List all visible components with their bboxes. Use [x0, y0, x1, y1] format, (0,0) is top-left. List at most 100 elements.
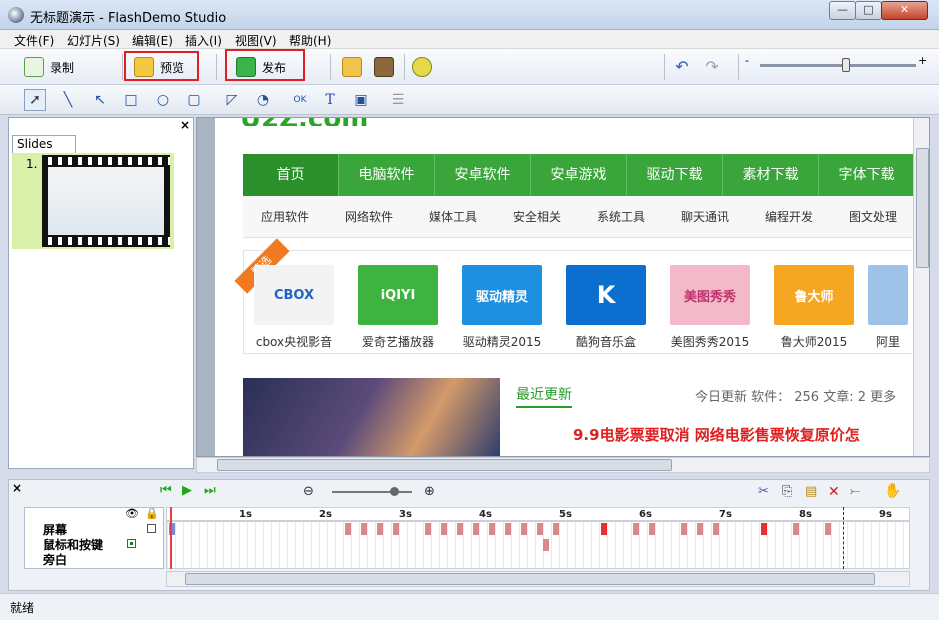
app-tile: 美图秀秀: [670, 265, 750, 325]
playhead[interactable]: [170, 507, 172, 569]
select-arrow-icon[interactable]: ➚: [24, 89, 46, 111]
arrow-line-icon[interactable]: ↖: [89, 89, 111, 111]
zoom-plus[interactable]: +: [918, 54, 927, 67]
canvas-vertical-scrollbar[interactable]: [913, 118, 929, 456]
screen-event[interactable]: [633, 523, 639, 535]
screen-event[interactable]: [681, 523, 687, 535]
ellipse-icon[interactable]: ○: [152, 89, 174, 111]
lock-icon[interactable]: 🔒: [145, 507, 159, 520]
screen-event[interactable]: [825, 523, 831, 535]
timeline-tracks[interactable]: [166, 521, 910, 569]
app-card: 阿里: [868, 265, 908, 350]
track-screen-lock-checkbox[interactable]: [147, 524, 156, 533]
timeline-zoom-out-icon[interactable]: ⊖: [303, 484, 314, 499]
track-mouse-visibility-checkbox[interactable]: [127, 539, 136, 548]
menu-insert[interactable]: 插入(I): [185, 32, 222, 49]
visibility-eye-icon[interactable]: 👁: [125, 507, 139, 520]
timeline-zoom-in-icon[interactable]: ⊕: [424, 484, 435, 499]
menu-bar: 文件(F) 幻灯片(S) 编辑(E) 插入(I) 视图(V) 帮助(H): [0, 30, 939, 49]
screen-event[interactable]: [457, 523, 463, 535]
line-icon[interactable]: ╲: [57, 89, 79, 111]
image-icon[interactable]: ▣: [350, 89, 372, 111]
title-bar: 无标题演示 - FlashDemo Studio — □ ✕: [0, 0, 939, 30]
slide-canvas[interactable]: U2Z.com 首页 电脑软件 安卓软件 安卓游戏 驱动下载 素材下载 字体下载…: [196, 117, 930, 457]
ruler-tick: 5s: [559, 509, 572, 520]
screen-event[interactable]: [505, 523, 511, 535]
copy-icon[interactable]: ⎘: [782, 484, 792, 499]
screen-event[interactable]: [649, 523, 655, 535]
redo-icon[interactable]: ↷: [702, 57, 722, 77]
help-icon[interactable]: [412, 57, 432, 77]
button-ok-icon[interactable]: OK: [289, 89, 311, 111]
time-ruler[interactable]: 1s 2s 3s 4s 5s 6s 7s 8s 9s: [166, 507, 910, 521]
minimize-button[interactable]: —: [829, 1, 856, 20]
end-marker[interactable]: [843, 507, 844, 569]
screen-event[interactable]: [697, 523, 703, 535]
delete-icon[interactable]: ✕: [828, 484, 840, 500]
save-icon[interactable]: [374, 57, 394, 77]
hand-icon[interactable]: ✋: [884, 483, 901, 499]
playback-controls: ⏮ ▶ ⏭: [160, 484, 218, 502]
callout-icon[interactable]: ◸: [221, 89, 243, 111]
toolbar-divider: [122, 54, 123, 80]
game-banner-image: [243, 378, 500, 456]
screen-event[interactable]: [345, 523, 351, 535]
screen-event[interactable]: [377, 523, 383, 535]
zoom-slider-track[interactable]: [760, 64, 916, 67]
toolbar-divider: [330, 54, 331, 80]
screen-event[interactable]: [793, 523, 799, 535]
mouse-event[interactable]: [543, 539, 549, 551]
timeline-zoom-track[interactable]: [332, 491, 412, 493]
app-label: 美图秀秀2015: [670, 335, 750, 349]
menu-view[interactable]: 视图(V): [235, 32, 277, 49]
skip-start-icon[interactable]: ⏮: [160, 484, 174, 498]
slides-panel-close[interactable]: ×: [180, 118, 190, 132]
canvas-horizontal-scrollbar[interactable]: [196, 457, 930, 473]
screen-event[interactable]: [553, 523, 559, 535]
app-card: K 酷狗音乐盒: [556, 265, 656, 350]
timeline-close[interactable]: ×: [12, 481, 22, 495]
undo-icon[interactable]: ↶: [672, 57, 692, 77]
close-button[interactable]: ✕: [881, 1, 928, 20]
screen-event[interactable]: [601, 523, 607, 535]
play-icon[interactable]: ▶: [182, 484, 196, 498]
slide-preview: [42, 155, 170, 247]
screen-event[interactable]: [441, 523, 447, 535]
rectangle-icon[interactable]: □: [120, 89, 142, 111]
zoom-minus[interactable]: -: [745, 54, 749, 67]
maximize-button[interactable]: □: [855, 1, 882, 20]
screen-event[interactable]: [425, 523, 431, 535]
menu-edit[interactable]: 编辑(E): [132, 32, 173, 49]
timeline-scrollbar[interactable]: [166, 571, 910, 587]
cut-icon[interactable]: ✂: [758, 484, 769, 499]
slides-tab[interactable]: Slides: [12, 135, 76, 153]
menu-file[interactable]: 文件(F): [14, 32, 54, 49]
app-tile: 驱动精灵: [462, 265, 542, 325]
trim-icon[interactable]: ⤚: [850, 484, 860, 499]
open-folder-icon[interactable]: [342, 57, 362, 77]
screen-event[interactable]: [761, 523, 767, 535]
screen-event[interactable]: [521, 523, 527, 535]
zoom-slider-thumb[interactable]: [842, 58, 850, 72]
timeline-zoom-thumb[interactable]: [390, 487, 399, 496]
screen-event[interactable]: [473, 523, 479, 535]
rounded-callout-icon[interactable]: ◔: [252, 89, 274, 111]
skip-end-icon[interactable]: ⏭: [204, 484, 218, 498]
screen-event[interactable]: [489, 523, 495, 535]
paste-icon[interactable]: ▤: [805, 484, 817, 499]
menu-help[interactable]: 帮助(H): [289, 32, 331, 49]
menu-slide[interactable]: 幻灯片(S): [67, 32, 120, 49]
screen-event[interactable]: [361, 523, 367, 535]
app-label: 酷狗音乐盒: [575, 335, 636, 349]
ruler-tick: 3s: [399, 509, 412, 520]
text-icon[interactable]: T: [319, 89, 341, 111]
record-button[interactable]: 录制: [18, 52, 74, 82]
screen-event[interactable]: [713, 523, 719, 535]
app-card: 鲁大师 鲁大师2015: [764, 265, 864, 350]
screen-event[interactable]: [393, 523, 399, 535]
properties-icon[interactable]: ☰: [387, 89, 409, 111]
screen-event[interactable]: [537, 523, 543, 535]
subnav-item: 安全相关: [512, 210, 561, 224]
slide-thumbnail[interactable]: 1.: [12, 153, 174, 249]
rounded-rect-icon[interactable]: ▢: [183, 89, 205, 111]
